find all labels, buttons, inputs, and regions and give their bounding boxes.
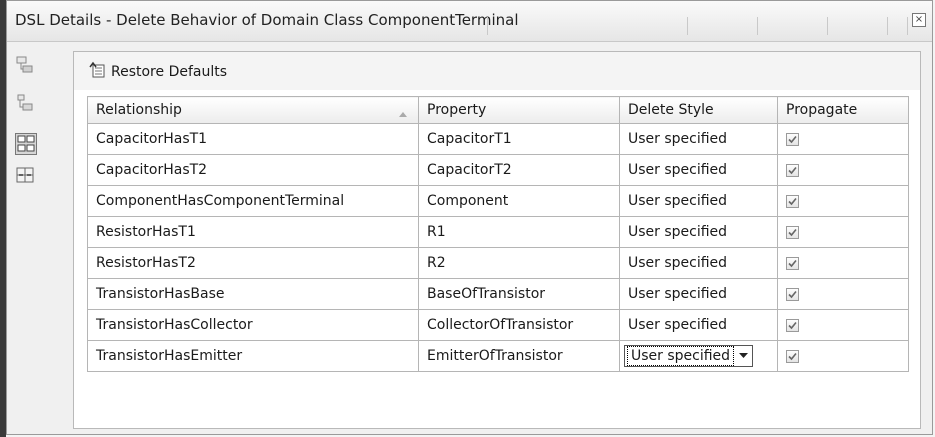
property-cell[interactable]: EmitterOfTransistor [418,340,620,372]
delete-style-cell[interactable]: User specified [619,278,778,310]
toolbar: Restore Defaults [74,52,920,90]
property-cell[interactable]: R1 [418,216,620,248]
column-header-delete-style[interactable]: Delete Style [619,96,778,124]
table-row[interactable]: ResistorHasT2 R2 User specified [87,247,909,279]
delete-style-cell[interactable]: User specified [619,216,778,248]
column-header-property[interactable]: Property [418,96,620,124]
delete-style-cell[interactable]: User specified [619,309,778,341]
propagate-cell [777,247,909,279]
propagate-checkbox[interactable] [786,194,799,208]
restore-defaults-label: Restore Defaults [111,64,228,80]
background-ruler-decoration [487,17,917,39]
relationship-cell[interactable]: TransistorHasEmitter [87,340,419,372]
relationship-cell[interactable]: ResistorHasT1 [87,216,419,248]
propagate-cell [777,278,909,310]
window-title: DSL Details - Delete Behavior of Domain … [15,11,519,29]
column-header-relationship[interactable]: Relationship [87,96,419,124]
property-cell[interactable]: Component [418,185,620,217]
table-row[interactable]: ComponentHasComponentTerminal Component Us… [87,185,909,217]
property-cell[interactable]: CapacitorT2 [418,154,620,186]
element-data-icon[interactable] [15,93,37,115]
serialization-icon[interactable] [15,165,37,187]
table-row[interactable]: CapacitorHasT1 CapacitorT1 User specified [87,123,909,155]
column-header-relationship-label: Relationship [96,102,182,118]
delete-style-cell-editing[interactable]: User specified [619,340,778,372]
chevron-down-icon[interactable] [734,351,752,362]
column-header-propagate[interactable]: Propagate [777,96,909,124]
propagate-checkbox[interactable] [786,256,799,270]
delete-behavior-table: Relationship Property Delete Style Propa… [87,96,909,372]
restore-defaults-icon [88,61,106,83]
dsl-details-window: DSL Details - Delete Behavior of Domain … [6,0,933,435]
propagate-cell [777,123,909,155]
propagate-checkbox[interactable] [786,132,799,146]
propagate-checkbox[interactable] [786,287,799,301]
propagate-checkbox[interactable] [786,163,799,177]
delete-style-cell[interactable]: User specified [619,185,778,217]
delete-style-dropdown-value: User specified [627,346,735,366]
relationship-cell[interactable]: TransistorHasCollector [87,309,419,341]
table-row[interactable]: TransistorHasEmitter EmitterOfTransistor U… [87,340,909,372]
table-row[interactable]: TransistorHasCollector CollectorOfTransis… [87,309,909,341]
property-cell[interactable]: R2 [418,247,620,279]
class-data-icon[interactable] [15,55,37,77]
delete-style-cell[interactable]: User specified [619,123,778,155]
propagate-cell [777,185,909,217]
delete-style-dropdown[interactable]: User specified [624,345,754,367]
title-bar: DSL Details - Delete Behavior of Domain … [7,1,932,42]
table-row[interactable]: TransistorHasBase BaseOfTransistor User sp… [87,278,909,310]
property-cell[interactable]: BaseOfTransistor [418,278,620,310]
restore-defaults-button[interactable]: Restore Defaults [88,61,227,83]
propagate-checkbox[interactable] [786,318,799,332]
property-cell[interactable]: CollectorOfTransistor [418,309,620,341]
close-icon[interactable]: × [912,13,926,27]
delete-style-cell[interactable]: User specified [619,247,778,279]
table-row[interactable]: CapacitorHasT2 CapacitorT2 User specified [87,154,909,186]
relationship-cell[interactable]: CapacitorHasT1 [87,123,419,155]
propagate-checkbox[interactable] [786,349,799,363]
relationship-cell[interactable]: TransistorHasBase [87,278,419,310]
propagate-cell [777,154,909,186]
relationship-cell[interactable]: CapacitorHasT2 [87,154,419,186]
table-row[interactable]: ResistorHasT1 R1 User specified [87,216,909,248]
details-sidebar [11,47,39,427]
propagate-checkbox[interactable] [786,225,799,239]
relationship-cell[interactable]: ComponentHasComponentTerminal [87,185,419,217]
delete-behavior-panel: Restore Defaults Relationship Property D… [73,51,921,429]
propagate-cell [777,340,909,372]
table-header-row: Relationship Property Delete Style Propa… [87,96,909,124]
delete-behavior-icon[interactable] [15,133,37,155]
property-cell[interactable]: CapacitorT1 [418,123,620,155]
propagate-cell [777,216,909,248]
propagate-cell [777,309,909,341]
sort-ascending-icon [398,106,408,122]
relationship-cell[interactable]: ResistorHasT2 [87,247,419,279]
delete-style-cell[interactable]: User specified [619,154,778,186]
